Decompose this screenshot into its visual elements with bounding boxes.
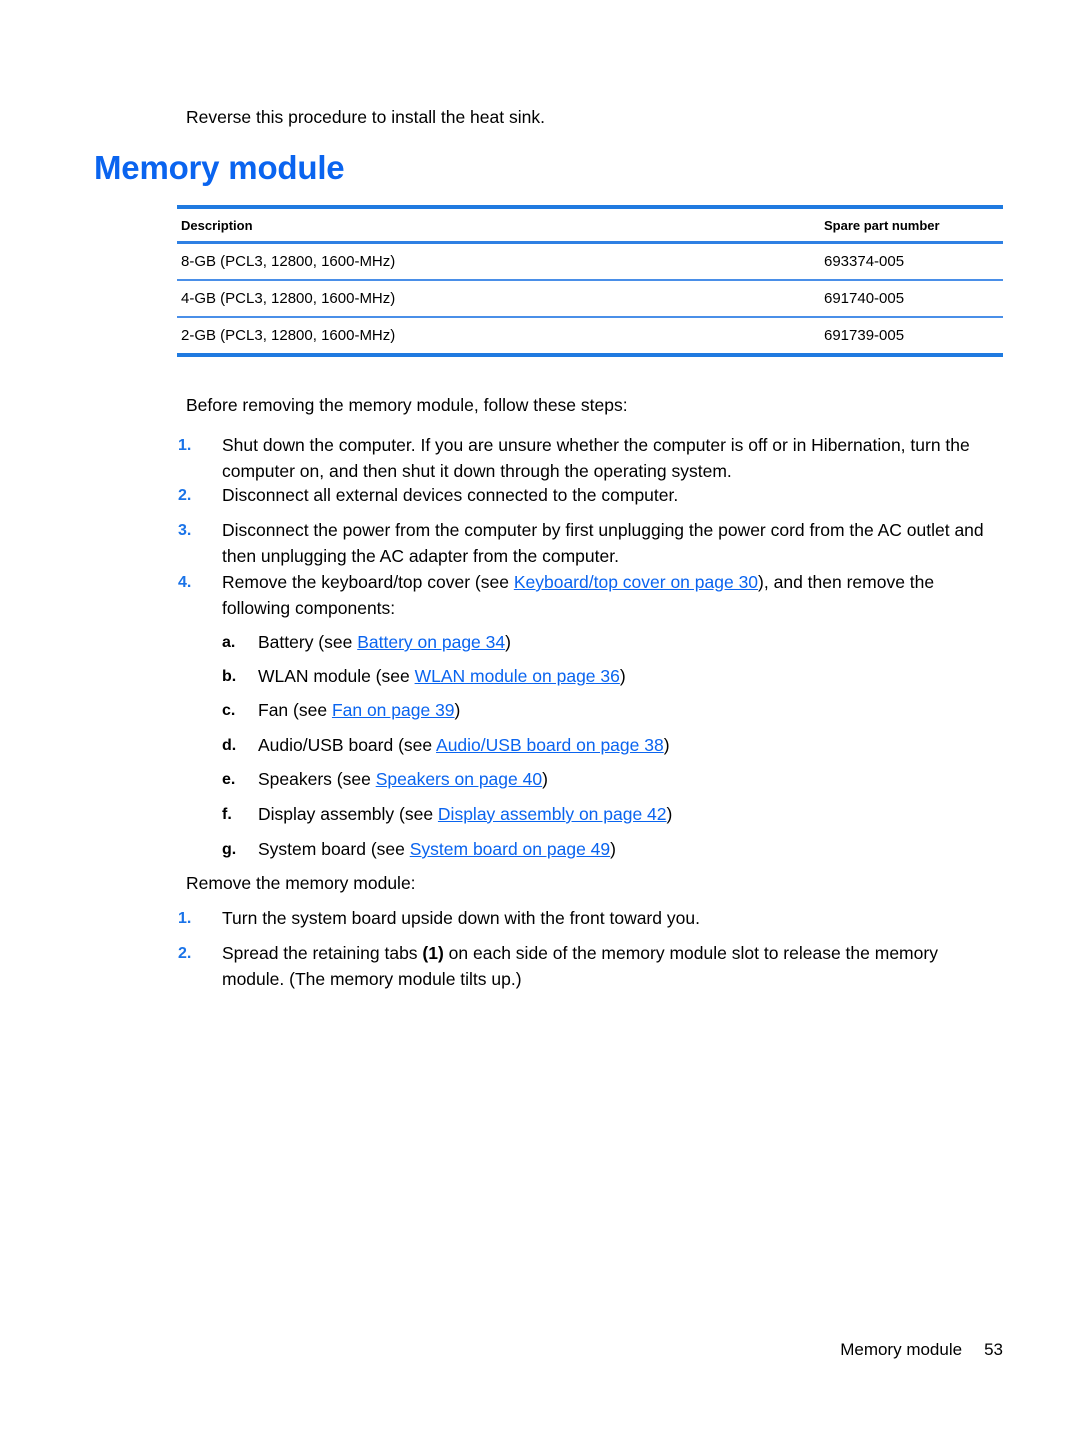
ordered-list-item-4: 4. Remove the keyboard/top cover (see Ke… [178,570,984,621]
alpha-list-item-e: e. Speakers (see Speakers on page 40) [222,767,982,793]
list-item-text: WLAN module (see WLAN module on page 36) [258,664,982,690]
text-before: Display assembly (see [258,804,438,824]
list-marker: c. [222,702,236,719]
remove-ordered-list-item-2: 2. Spread the retaining tabs (1) on each… [178,941,978,992]
text-before: WLAN module (see [258,666,415,686]
page-title: Memory module [94,149,345,186]
text-after: ) [619,666,626,686]
text-before: System board (see [258,839,410,859]
cell-spare-part-number: 691740-005 [820,280,1003,318]
text-after: ) [505,632,511,652]
alpha-list-item-a: a. Battery (see Battery on page 34) [222,630,982,656]
list-marker: 1. [178,910,192,927]
table-row: 8-GB (PCL3, 12800, 1600-MHz) 693374-005 [177,242,1003,281]
table-header-row: Description Spare part number [177,205,1003,244]
before-removing-lead-in: Before removing the memory module, follo… [186,395,628,415]
list-item-text: Speakers (see Speakers on page 40) [258,767,982,793]
link-speakers[interactable]: Speakers on page 40 [376,769,542,789]
ordered-list-item-1: 1. Shut down the computer. If you are un… [178,433,984,484]
text-before: Speakers (see [258,769,376,789]
link-system-board[interactable]: System board on page 49 [410,839,610,859]
link-display-assembly[interactable]: Display assembly on page 42 [438,804,667,824]
alpha-list-item-c: c. Fan (see Fan on page 39) [222,698,982,724]
page-footer: Memory module 53 [0,1340,1003,1360]
document-page: Reverse this procedure to install the he… [0,0,1080,1438]
list-marker: b. [222,668,237,685]
list-item-text: Turn the system board upside down with t… [222,908,700,928]
list-item-text: Spread the retaining tabs (1) on each si… [222,941,978,992]
list-item-text: Audio/USB board (see Audio/USB board on … [258,733,982,759]
remove-section-lead-in: Remove the memory module: [186,873,416,893]
list-item-text: Shut down the computer. If you are unsur… [222,435,970,481]
callout-reference-1: (1) [422,943,444,963]
text-after: ) [663,735,670,755]
text-after: ) [454,700,461,720]
text-before: Fan (see [258,700,332,720]
ordered-list-item-2: 2. Disconnect all external devices conne… [178,483,984,509]
list-item-text: Remove the keyboard/top cover (see Keybo… [222,570,984,621]
step4-text-before: Remove the keyboard/top cover (see [222,572,514,592]
text-before: Battery (see [258,632,358,652]
text-after: ) [542,769,548,789]
list-item-text: Battery (see Battery on page 34) [258,630,982,656]
cell-spare-part-number: 693374-005 [820,242,1003,281]
text-before: Spread the retaining tabs [222,943,423,963]
alpha-list-item-b: b. WLAN module (see WLAN module on page … [222,664,982,690]
list-marker: 2. [178,487,192,504]
ordered-list-item-3: 3. Disconnect the power from the compute… [178,518,990,569]
list-marker: 2. [178,945,192,962]
table-row: 4-GB (PCL3, 12800, 1600-MHz) 691740-005 [177,280,1003,318]
parts-table: Description Spare part number 8-GB (PCL3… [177,205,1003,357]
text-after: ) [666,804,673,824]
list-item-text: Display assembly (see Display assembly o… [258,802,982,828]
list-marker: 3. [178,522,192,539]
list-marker: d. [222,737,237,754]
list-item-text: Disconnect all external devices connecte… [222,485,679,505]
intro-paragraph: Reverse this procedure to install the he… [186,107,545,127]
cell-description: 4-GB (PCL3, 12800, 1600-MHz) [177,280,820,318]
footer-page-number: 53 [984,1340,1003,1359]
link-wlan-module[interactable]: WLAN module on page 36 [415,666,620,686]
list-item-text: Disconnect the power from the computer b… [222,520,984,566]
link-keyboard-top-cover[interactable]: Keyboard/top cover on page 30 [514,572,758,592]
list-item-text: Fan (see Fan on page 39) [258,698,982,724]
list-marker: 1. [178,437,192,454]
text-before: Audio/USB board (see [258,735,437,755]
remove-ordered-list-item-1: 1. Turn the system board upside down wit… [178,906,984,932]
list-item-text: System board (see System board on page 4… [258,837,982,863]
column-header-description: Description [177,205,820,244]
list-marker: f. [222,806,232,823]
link-audio-usb-board[interactable]: Audio/USB board on page 38 [436,735,664,755]
cell-spare-part-number: 691739-005 [820,317,1003,357]
cell-description: 2-GB (PCL3, 12800, 1600-MHz) [177,317,820,357]
cell-description: 8-GB (PCL3, 12800, 1600-MHz) [177,242,820,281]
link-fan[interactable]: Fan on page 39 [332,700,455,720]
list-marker: 4. [178,574,192,591]
text-after: ) [610,839,616,859]
list-marker: g. [222,841,237,858]
list-marker: e. [222,771,236,788]
footer-section-title: Memory module [840,1340,963,1359]
link-battery[interactable]: Battery on page 34 [357,632,505,652]
alpha-list-item-d: d. Audio/USB board (see Audio/USB board … [222,733,982,759]
table-row: 2-GB (PCL3, 12800, 1600-MHz) 691739-005 [177,317,1003,357]
column-header-spare-part-number: Spare part number [820,205,1003,244]
alpha-list-item-f: f. Display assembly (see Display assembl… [222,802,982,828]
alpha-list-item-g: g. System board (see System board on pag… [222,837,982,863]
list-marker: a. [222,634,236,651]
